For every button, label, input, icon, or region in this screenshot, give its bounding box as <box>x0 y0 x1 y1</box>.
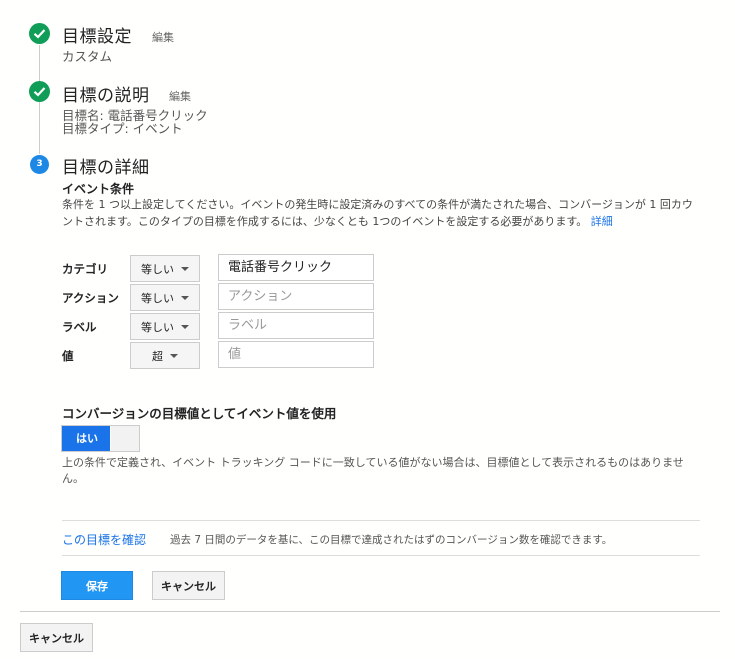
operator-value: 超 <box>152 349 163 363</box>
step-connector <box>39 102 40 154</box>
action-operator-dropdown[interactable]: 等しい <box>130 284 200 311</box>
step-title-goal-details: 目標の詳細 <box>62 158 150 178</box>
label-input[interactable]: ラベル <box>218 312 374 339</box>
value-operator-dropdown[interactable]: 超 <box>130 342 200 369</box>
toggle-on-label: はい <box>62 426 110 451</box>
event-conditions-description: 条件を 1 つ以上設定してください。イベントの発生時に設定済みのすべての条件が満… <box>62 196 702 230</box>
value-input[interactable]: 値 <box>218 341 374 368</box>
step-title-goal-description: 目標の説明 <box>62 86 150 106</box>
condition-label-value: 値 <box>62 349 74 363</box>
category-operator-dropdown[interactable]: 等しい <box>130 255 200 282</box>
edit-goal-setup-link[interactable]: 編集 <box>152 29 174 45</box>
step-title-goal-setup: 目標設定 <box>62 27 132 47</box>
step-number-badge: 3 <box>30 155 49 174</box>
condition-label-category: カテゴリ <box>62 262 108 276</box>
use-event-value-toggle[interactable]: はい <box>61 425 140 452</box>
event-conditions-title: イベント条件 <box>62 182 135 196</box>
label-operator-dropdown[interactable]: 等しい <box>130 313 200 340</box>
step-connector <box>39 45 40 81</box>
use-event-value-title: コンバージョンの目標値としてイベント値を使用 <box>62 406 337 421</box>
divider <box>62 520 700 521</box>
chevron-down-icon <box>181 295 189 300</box>
category-input[interactable]: 電話番号クリック <box>218 254 374 281</box>
goal-type: 目標タイプ: イベント <box>62 121 183 136</box>
action-input[interactable]: アクション <box>218 283 374 310</box>
use-event-value-note: 上の条件で定義され、イベント トラッキング コードに一致している値がない場合は、… <box>62 456 684 485</box>
goal-setup-value: カスタム <box>62 49 113 64</box>
cancel-goal-button[interactable]: キャンセル <box>20 623 93 652</box>
operator-value: 等しい <box>141 320 174 334</box>
chevron-down-icon <box>181 266 189 271</box>
edit-goal-description-link[interactable]: 編集 <box>169 88 191 104</box>
chevron-down-icon <box>170 353 178 358</box>
details-link[interactable]: 詳細 <box>591 215 613 228</box>
toggle-knob <box>111 426 139 451</box>
operator-value: 等しい <box>141 291 174 305</box>
cancel-button[interactable]: キャンセル <box>152 571 225 600</box>
verify-goal-note: 過去 7 日間のデータを基に、この目標で達成されたはずのコンバージョン数を確認で… <box>170 534 613 546</box>
operator-value: 等しい <box>141 262 174 276</box>
chevron-down-icon <box>181 324 189 329</box>
save-button[interactable]: 保存 <box>61 571 133 600</box>
divider <box>20 611 720 612</box>
condition-label-action: アクション <box>62 291 119 305</box>
verify-goal-link[interactable]: この目標を確認 <box>62 531 146 548</box>
step-complete-icon <box>29 23 50 44</box>
condition-label-label: ラベル <box>62 320 97 334</box>
divider <box>62 555 700 556</box>
step-complete-icon <box>29 81 50 102</box>
